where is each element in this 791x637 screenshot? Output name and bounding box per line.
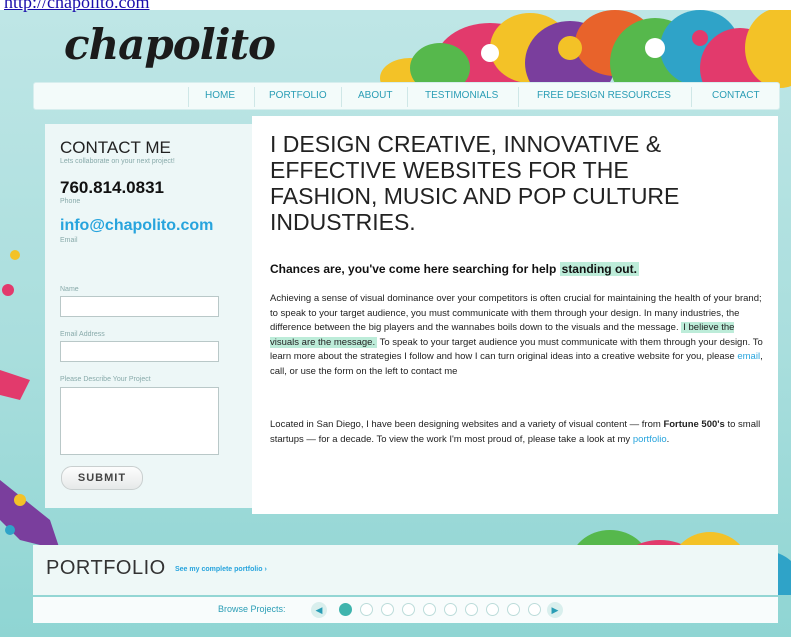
nav-divider (188, 87, 189, 107)
nav-about[interactable]: ABOUT (358, 83, 392, 109)
pagination-dot[interactable] (465, 603, 478, 616)
contact-subtitle: Lets collaborate on your next project! (60, 158, 175, 165)
site-url-link[interactable]: http://chapolito.com (4, 0, 149, 13)
nav-portfolio[interactable]: PORTFOLIO (269, 83, 327, 109)
nav-divider (341, 87, 342, 107)
nav-divider (254, 87, 255, 107)
pagination-dot[interactable] (444, 603, 457, 616)
portfolio-title: PORTFOLIO (46, 557, 166, 579)
project-description-field[interactable] (60, 387, 219, 455)
pagination-dot[interactable] (339, 603, 352, 616)
main-nav: HOME PORTFOLIO ABOUT TESTIMONIALS FREE D… (33, 82, 780, 110)
browse-projects-label: Browse Projects: (218, 604, 286, 614)
location-paragraph: Located in San Diego, I have been design… (270, 418, 766, 447)
email-field[interactable] (60, 341, 219, 362)
page-headline: I design creative, innovative & effectiv… (270, 131, 680, 235)
location-bold: Fortune 500's (663, 419, 725, 430)
email-label: Email (60, 237, 78, 244)
nav-divider (407, 87, 408, 107)
pagination-dot[interactable] (507, 603, 520, 616)
pagination-dot[interactable] (402, 603, 415, 616)
phone-label: Phone (60, 198, 81, 205)
site-logo[interactable]: chapolito (64, 20, 276, 69)
complete-portfolio-link[interactable]: See my complete portfolio › (175, 566, 267, 573)
arrow-right-icon[interactable]: ▶ (547, 602, 563, 618)
pagination-dot[interactable] (381, 603, 394, 616)
decorative-illustration (380, 8, 791, 88)
name-field[interactable] (60, 296, 219, 317)
location-text-1: Located in San Diego, I have been design… (270, 419, 661, 430)
lead-main: Chances are, you've come here searching … (270, 262, 557, 276)
name-field-label: Name (60, 286, 79, 293)
nav-contact[interactable]: CONTACT (712, 83, 760, 109)
phone-number: 760.814.0831 (60, 178, 164, 197)
submit-button[interactable]: SUBMIT (61, 466, 143, 490)
intro-paragraph: Achieving a sense of visual dominance ov… (270, 292, 766, 380)
email-link[interactable]: email (737, 351, 760, 362)
nav-testimonials[interactable]: TESTIMONIALS (425, 83, 498, 109)
nav-free-design-resources[interactable]: FREE DESIGN RESOURCES (537, 83, 671, 109)
location-text-3: . (666, 433, 670, 445)
pagination-dot[interactable] (360, 603, 373, 616)
project-field-label: Please Describe Your Project (60, 376, 151, 383)
lead-text: Chances are, you've come here searching … (270, 262, 639, 276)
contact-title: CONTACT ME (60, 138, 171, 157)
lead-highlight: standing out. (559, 262, 639, 276)
nav-divider (691, 87, 692, 107)
pagination-dot[interactable] (423, 603, 436, 616)
portfolio-link[interactable]: portfolio (633, 434, 667, 445)
arrow-left-icon[interactable]: ◀ (311, 602, 327, 618)
nav-divider (518, 87, 519, 107)
email-field-label: Email Address (60, 331, 105, 338)
nav-home[interactable]: HOME (205, 83, 235, 109)
pagination-dot[interactable] (486, 603, 499, 616)
pagination-dot[interactable] (528, 603, 541, 616)
email-address-link[interactable]: info@chapolito.com (60, 217, 213, 235)
